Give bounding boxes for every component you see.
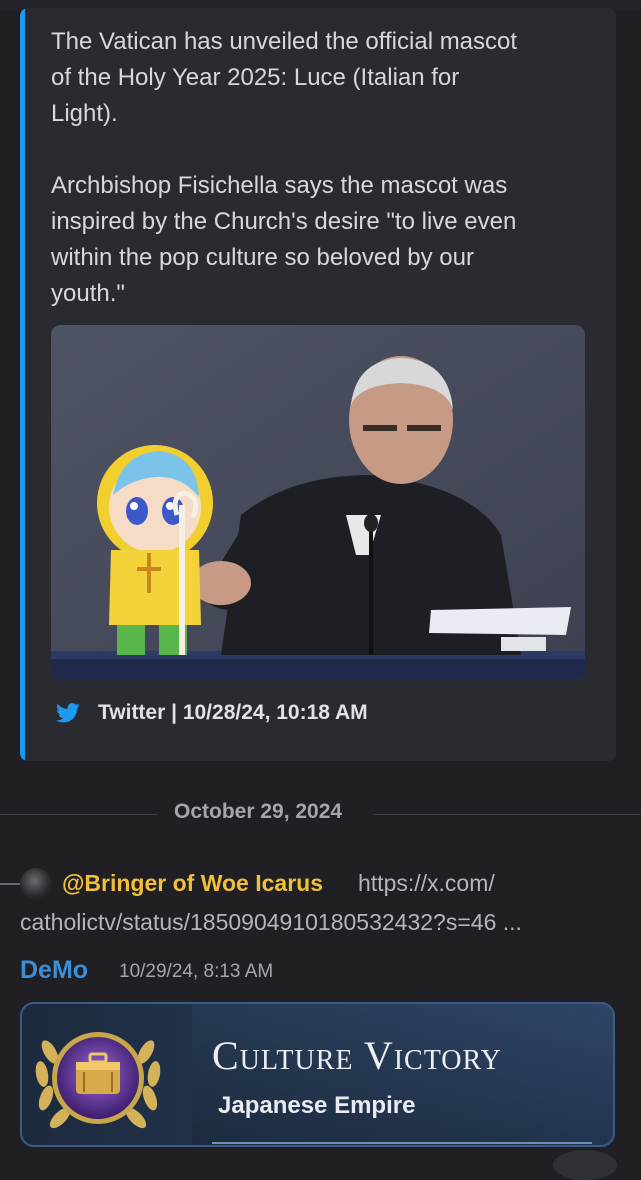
message-timestamp: 10/29/24, 8:13 AM	[119, 961, 274, 982]
banner-title: Culture Victory	[212, 1033, 502, 1078]
laurel-emblem-icon	[35, 1032, 161, 1129]
twitter-bird-icon	[56, 703, 80, 723]
embed-paragraph-1: The Vatican has unveiled the official ma…	[51, 28, 518, 127]
scroll-to-bottom-button[interactable]	[553, 1150, 617, 1180]
reply-reference[interactable]: @Bringer of Woe Icarus https://x.com/ ca…	[0, 860, 641, 940]
embed-footer-text: Twitter | 10/28/24, 10:18 AM	[98, 701, 368, 724]
culture-victory-image[interactable]: Culture Victory Japanese Empire	[20, 1002, 615, 1147]
avatar[interactable]	[20, 868, 52, 900]
reply-url-line-1[interactable]: https://x.com/	[358, 870, 495, 897]
message-author[interactable]: DeMo	[20, 956, 88, 985]
embed-footer: Twitter | 10/28/24, 10:18 AM	[56, 698, 368, 728]
reply-spine	[0, 883, 20, 885]
mascot-press-photo	[51, 325, 585, 680]
date-divider-label: October 29, 2024	[174, 800, 343, 823]
date-divider: October 29, 2024	[0, 796, 641, 832]
reply-mention[interactable]: @Bringer of Woe Icarus	[62, 870, 323, 897]
reply-url-line-2[interactable]: catholictv/status/1850904910180532432?s=…	[20, 909, 522, 936]
banner-underline	[212, 1142, 592, 1144]
tweet-embed[interactable]: The Vatican has unveiled the official ma…	[20, 8, 616, 761]
embed-paragraph-2: Archbishop Fisichella says the mascot wa…	[51, 172, 517, 307]
embed-accent-bar	[20, 8, 25, 761]
embed-photo[interactable]	[51, 325, 585, 680]
embed-description: The Vatican has unveiled the official ma…	[51, 24, 591, 312]
banner-subtitle: Japanese Empire	[218, 1092, 416, 1119]
